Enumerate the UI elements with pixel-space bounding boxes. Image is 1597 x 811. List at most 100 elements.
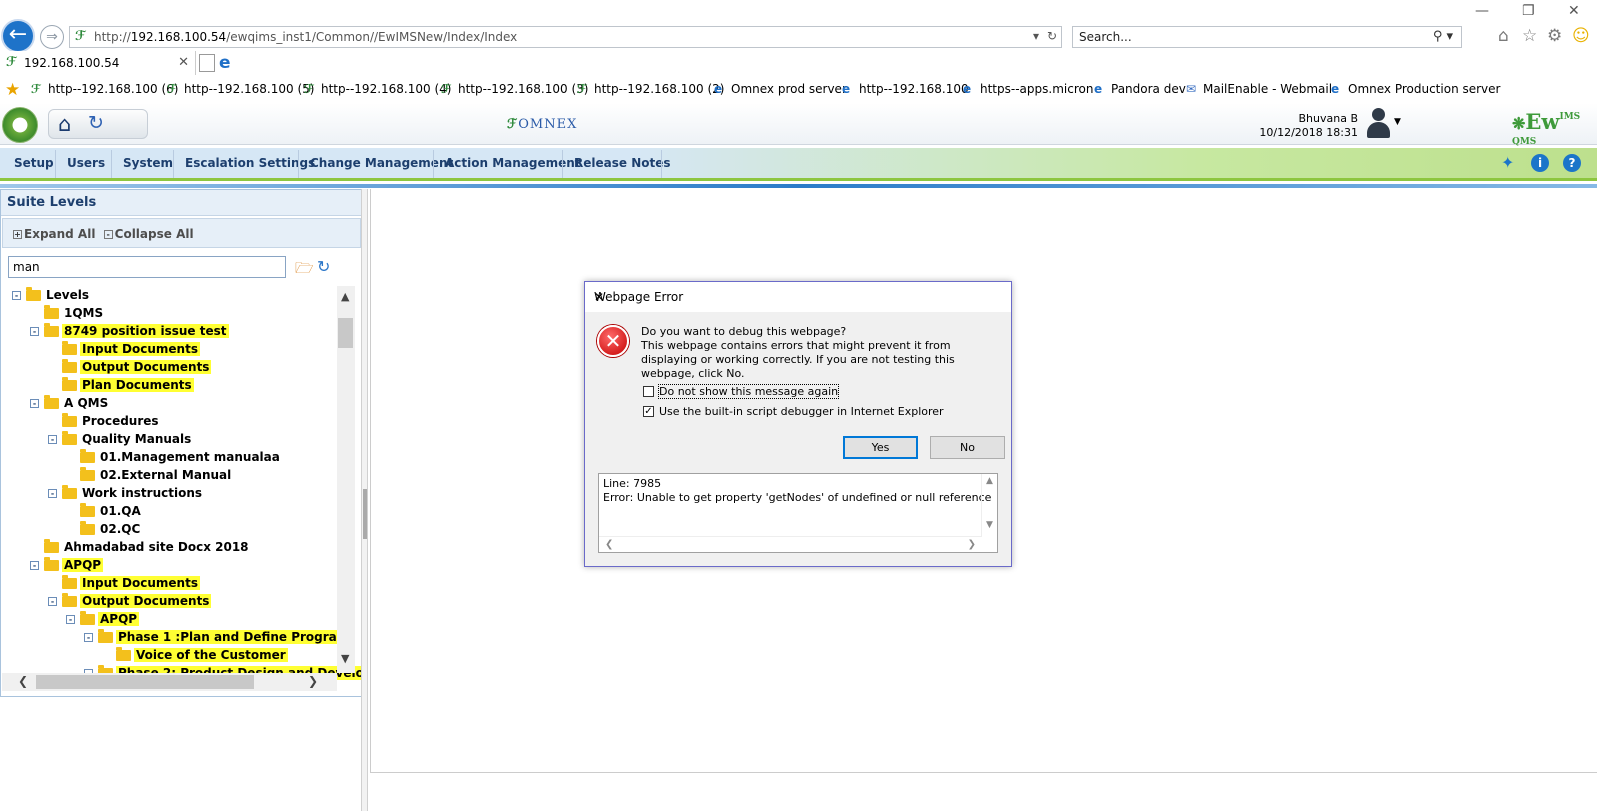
folder-icon: [44, 305, 59, 319]
tree-node-label: Voice of the Customer: [134, 648, 288, 662]
tree-node-label: 8749 position issue test: [62, 324, 229, 338]
ie-page-icon: e: [842, 82, 851, 96]
yes-button[interactable]: Yes: [843, 436, 918, 459]
collapse-node-icon[interactable]: -: [48, 489, 57, 498]
collapse-node-icon[interactable]: -: [84, 633, 93, 642]
panel-splitter[interactable]: [361, 189, 368, 811]
app-launcher-logo[interactable]: [2, 107, 38, 143]
gear-icon[interactable]: ⚙: [1547, 26, 1562, 46]
ie-page-icon: e: [714, 82, 723, 96]
tree-node-label: Input Documents: [80, 576, 200, 590]
refresh-page-icon[interactable]: ↻: [1047, 29, 1057, 43]
favorite-link[interactable]: ℱhttp--192.168.100 (2): [577, 82, 724, 96]
script-debugger-checkbox[interactable]: ✓: [643, 406, 654, 417]
do-not-show-checkbox[interactable]: [643, 386, 654, 397]
minimize-icon[interactable]: —: [1475, 3, 1489, 19]
menu-escalation-settings[interactable]: Escalation Settings: [185, 156, 315, 170]
dialog-close-icon[interactable]: ✕: [594, 290, 1002, 304]
smiley-feedback-icon[interactable]: ☺: [1572, 26, 1590, 46]
webpage-error-dialog: Webpage Error ✕ ✕ Do you want to debug t…: [584, 281, 1012, 567]
favorite-link[interactable]: e http--192.168.100: [842, 82, 969, 96]
details-horizontal-scrollbar[interactable]: ❮ ❯: [599, 536, 982, 552]
favorite-link[interactable]: ℱhttp--192.168.100 (4): [304, 82, 451, 96]
restore-icon[interactable]: ❐: [1522, 3, 1535, 19]
address-dropdown-icon[interactable]: ▾: [1033, 29, 1039, 43]
menu-setup[interactable]: Setup: [14, 156, 54, 170]
folder-icon: [62, 359, 77, 373]
back-button[interactable]: ←: [1, 19, 35, 53]
error-details-box[interactable]: Line: 7985 Error: Unable to get property…: [598, 473, 998, 553]
ie-icon[interactable]: e: [219, 53, 231, 73]
app-home-icon[interactable]: ⌂: [58, 112, 71, 136]
favorites-star-icon[interactable]: ☆: [1522, 26, 1537, 46]
folder-icon: [80, 467, 95, 481]
tree-horizontal-scrollbar[interactable]: ❮ ❯: [2, 673, 337, 691]
tree-node-label: Work instructions: [82, 486, 203, 500]
expand-all-link[interactable]: + Expand All: [13, 227, 95, 241]
dialog-titlebar: Webpage Error ✕: [585, 282, 1011, 312]
address-url[interactable]: http://192.168.100.54/ewqims_inst1/Commo…: [94, 30, 517, 44]
favorite-link[interactable]: e https--apps.micron: [963, 82, 1093, 96]
no-button[interactable]: No: [930, 436, 1005, 459]
search-icon[interactable]: ⚲ ▾: [1433, 29, 1453, 44]
menu-system[interactable]: System: [123, 156, 173, 170]
reset-filter-icon[interactable]: ↻: [317, 257, 330, 276]
browser-titlebar: ← ⇒ ℱ http://192.168.100.54/ewqims_inst1…: [0, 0, 1597, 53]
collapse-node-icon[interactable]: -: [48, 435, 57, 444]
forward-button[interactable]: ⇒: [40, 25, 64, 49]
details-vertical-scrollbar[interactable]: ▲ ▼: [981, 474, 997, 536]
tree-node-label: 01.QA: [100, 504, 141, 518]
favorite-link[interactable]: ℱhttp--192.168.100 (5): [167, 82, 314, 96]
favorite-link[interactable]: ℱhttp--192.168.100 (6): [31, 82, 178, 96]
info-icon[interactable]: i: [1531, 154, 1549, 172]
pin-icon[interactable]: ✦: [1501, 153, 1514, 172]
do-not-show-label[interactable]: Do not show this message again: [657, 384, 840, 399]
menu-release-notes[interactable]: Release Notes: [574, 156, 671, 170]
expand-collapse-bar: + Expand All - Collapse All: [2, 218, 361, 248]
collapse-node-icon[interactable]: -: [30, 327, 39, 336]
collapse-node-icon[interactable]: -: [12, 291, 21, 300]
add-favorites-icon[interactable]: ★: [5, 80, 20, 100]
menu-change-management[interactable]: Change Management: [310, 156, 453, 170]
home-icon[interactable]: ⌂: [1498, 26, 1509, 46]
omnex-site-icon: ℱ: [75, 29, 86, 44]
browser-tab[interactable]: ℱ 192.168.100.54 ✕: [0, 51, 196, 75]
script-debugger-label[interactable]: Use the built-in script debugger in Inte…: [659, 405, 944, 418]
new-tab-button[interactable]: [199, 54, 215, 72]
panel-header: Suite Levels: [1, 190, 361, 216]
help-icon[interactable]: ?: [1563, 154, 1581, 172]
tree-node-label: Ahmadabad site Docx 2018: [64, 540, 249, 554]
scroll-left-icon[interactable]: ❮: [18, 674, 28, 688]
address-bar[interactable]: ℱ http://192.168.100.54/ewqims_inst1/Com…: [69, 26, 1062, 48]
app-refresh-icon[interactable]: ↻: [88, 112, 104, 134]
tree-vertical-scrollbar[interactable]: ▲ ▼: [337, 286, 355, 673]
collapse-node-icon[interactable]: -: [30, 561, 39, 570]
levels-tree: - Levels 1QMS - 8749 position issue test Inpu…: [2, 286, 361, 697]
menu-action-management[interactable]: Action Management: [445, 156, 581, 170]
ie-page-icon: e: [1331, 82, 1340, 96]
scroll-up-icon[interactable]: ▲: [341, 290, 349, 303]
tree-node-label: 02.External Manual: [100, 468, 232, 482]
close-tab-icon[interactable]: ✕: [178, 55, 189, 70]
tree-filter-input[interactable]: [8, 256, 286, 278]
favorite-link[interactable]: e Pandora dev: [1094, 82, 1186, 96]
close-window-icon[interactable]: ✕: [1568, 3, 1580, 19]
ie-page-icon: e: [1094, 82, 1103, 96]
browser-search-box[interactable]: Search... ⚲ ▾: [1072, 26, 1462, 48]
collapse-node-icon[interactable]: -: [48, 597, 57, 606]
favorite-link[interactable]: e Omnex Production server: [1331, 82, 1500, 96]
scroll-right-icon[interactable]: ❯: [308, 674, 318, 688]
user-avatar[interactable]: [1366, 108, 1390, 138]
collapse-all-link[interactable]: - Collapse All: [103, 227, 194, 241]
favorite-link[interactable]: ✉ MailEnable - Webmail: [1186, 82, 1332, 96]
omnex-tab-icon: ℱ: [6, 55, 17, 70]
favorite-link[interactable]: ℱhttp--192.168.100 (3): [441, 82, 588, 96]
user-menu-caret-icon[interactable]: ▼: [1394, 117, 1401, 127]
menu-users[interactable]: Users: [67, 156, 105, 170]
scroll-down-icon[interactable]: ▼: [341, 652, 349, 665]
tree-node-label: Output Documents: [80, 360, 212, 374]
favorite-link[interactable]: e Omnex prod server: [714, 82, 847, 96]
collapse-node-icon[interactable]: -: [30, 399, 39, 408]
filter-folder-icon[interactable]: 🗁: [295, 258, 314, 283]
collapse-node-icon[interactable]: -: [66, 615, 75, 624]
